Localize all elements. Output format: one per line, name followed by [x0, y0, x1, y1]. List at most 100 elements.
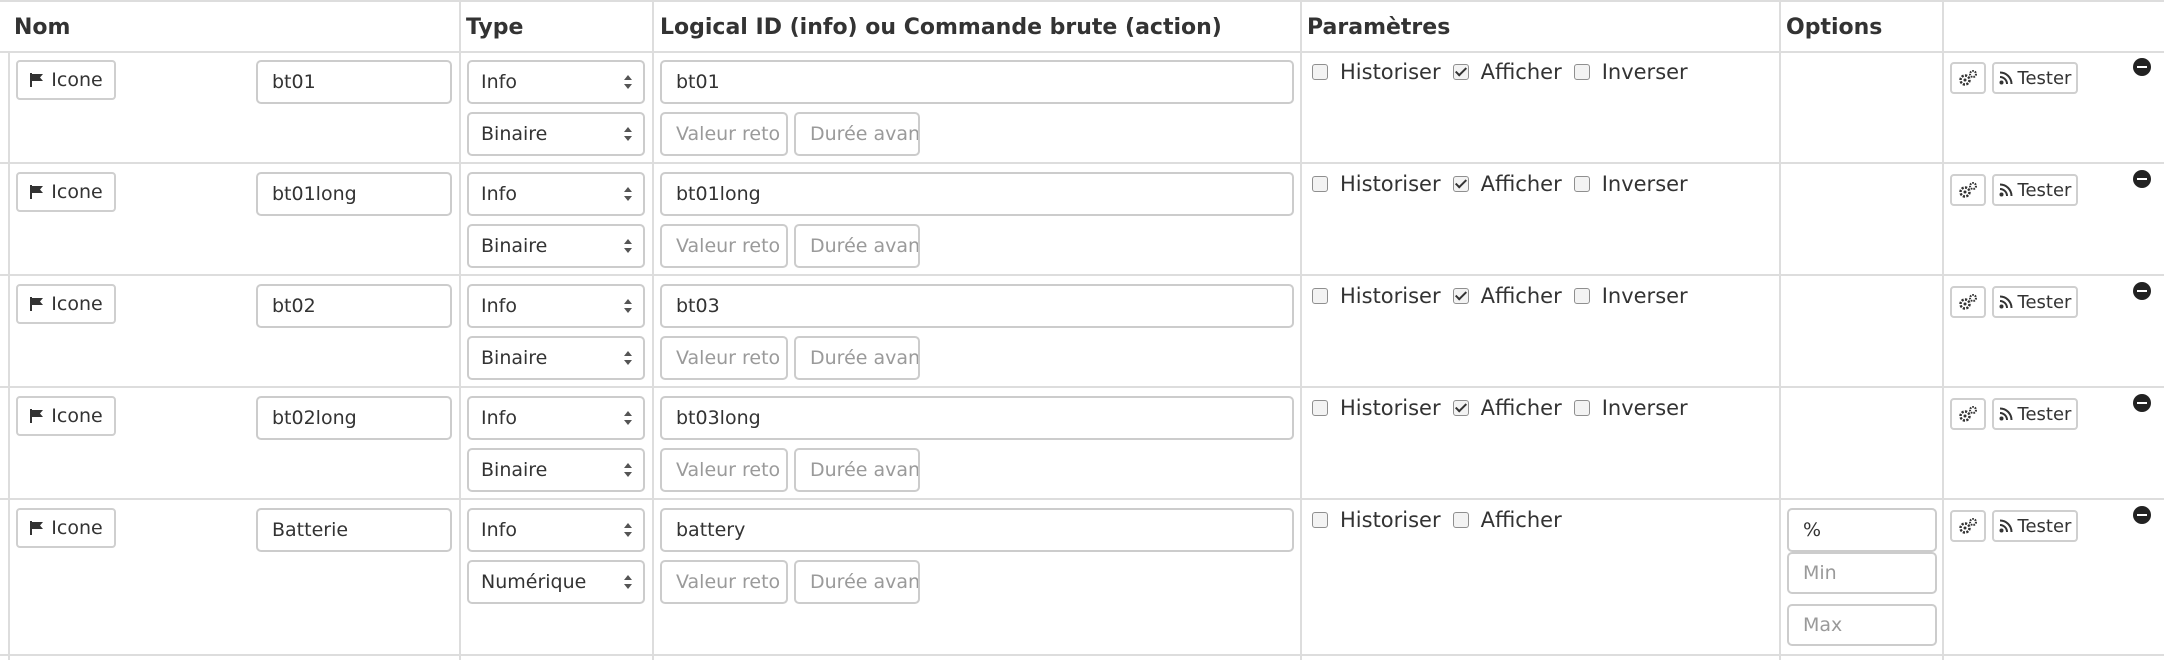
- logical-id-input[interactable]: bt03long: [660, 396, 1294, 440]
- name-input[interactable]: bt02long: [256, 396, 452, 440]
- remove-icon[interactable]: [2133, 58, 2151, 76]
- inverser-checkbox[interactable]: [1573, 176, 1590, 192]
- valeur-retour-input[interactable]: Valeur reto: [660, 336, 788, 380]
- historiser-checkbox[interactable]: [1312, 288, 1328, 304]
- icon-button[interactable]: Icone: [16, 508, 116, 548]
- logical-id-input[interactable]: battery: [660, 508, 1294, 552]
- name-input[interactable]: Batterie: [256, 508, 452, 552]
- name-input[interactable]: bt01long: [256, 172, 452, 216]
- cogs-icon: [1959, 294, 1977, 310]
- cogs-icon: [1959, 70, 1977, 86]
- inverser-checkbox[interactable]: [1573, 400, 1590, 416]
- duree-avant-input[interactable]: Durée avan: [794, 336, 920, 380]
- inverser-checkbox[interactable]: [1573, 288, 1590, 304]
- grid-line: [0, 654, 2164, 656]
- subtype-select[interactable]: Binaire: [467, 336, 645, 380]
- configure-button[interactable]: [1950, 286, 1986, 318]
- icon-button[interactable]: Icone: [16, 60, 116, 100]
- subtype-select[interactable]: Binaire: [467, 448, 645, 492]
- icon-button[interactable]: Icone: [16, 172, 116, 212]
- select-arrows-icon: [624, 187, 632, 201]
- flag-icon: [30, 185, 44, 199]
- valeur-retour-input[interactable]: Valeur reto: [660, 112, 788, 156]
- icon-button-label: Icone: [51, 517, 103, 539]
- subtype-select-value: Binaire: [481, 123, 548, 145]
- remove-icon[interactable]: [2133, 282, 2151, 300]
- inverser-label: Inverser: [1601, 396, 1688, 420]
- configure-button[interactable]: [1950, 62, 1986, 94]
- valeur-retour-input[interactable]: Valeur reto: [660, 560, 788, 604]
- historiser-label: Historiser: [1340, 396, 1441, 420]
- type-select-value: Info: [481, 71, 517, 93]
- historiser-label: Historiser: [1340, 60, 1441, 84]
- historiser-checkbox[interactable]: [1312, 512, 1328, 528]
- parametres-group: Historiser Afficher: [1308, 508, 1570, 532]
- remove-icon[interactable]: [2133, 394, 2151, 412]
- name-input[interactable]: bt01: [256, 60, 452, 104]
- select-arrows-icon: [624, 75, 632, 89]
- icon-button[interactable]: Icone: [16, 284, 116, 324]
- rss-icon: [1999, 519, 2013, 533]
- valeur-retour-input[interactable]: Valeur reto: [660, 448, 788, 492]
- tester-button[interactable]: Tester: [1992, 62, 2078, 94]
- cogs-icon: [1959, 518, 1977, 534]
- configure-button[interactable]: [1950, 398, 1986, 430]
- name-input[interactable]: bt02: [256, 284, 452, 328]
- afficher-label: Afficher: [1480, 284, 1562, 308]
- type-select-value: Info: [481, 519, 517, 541]
- afficher-checkbox[interactable]: [1452, 512, 1469, 528]
- duree-avant-input[interactable]: Durée avan: [794, 448, 920, 492]
- tester-button[interactable]: Tester: [1992, 510, 2078, 542]
- type-select[interactable]: Info: [467, 284, 645, 328]
- duree-avant-input[interactable]: Durée avan: [794, 560, 920, 604]
- type-select[interactable]: Info: [467, 508, 645, 552]
- unit-input[interactable]: %: [1787, 508, 1937, 552]
- subtype-select-value: Binaire: [481, 347, 548, 369]
- afficher-label: Afficher: [1480, 60, 1562, 84]
- max-input[interactable]: Max: [1787, 604, 1937, 646]
- afficher-checkbox[interactable]: [1452, 64, 1469, 80]
- valeur-retour-input[interactable]: Valeur reto: [660, 224, 788, 268]
- remove-icon[interactable]: [2133, 506, 2151, 524]
- tester-label: Tester: [2017, 179, 2072, 201]
- type-select[interactable]: Info: [467, 172, 645, 216]
- logical-id-input[interactable]: bt01: [660, 60, 1294, 104]
- configure-button[interactable]: [1950, 174, 1986, 206]
- afficher-checkbox[interactable]: [1452, 176, 1469, 192]
- tester-button[interactable]: Tester: [1992, 286, 2078, 318]
- remove-icon[interactable]: [2133, 170, 2151, 188]
- afficher-label: Afficher: [1480, 396, 1562, 420]
- historiser-checkbox[interactable]: [1312, 64, 1328, 80]
- subtype-select[interactable]: Binaire: [467, 112, 645, 156]
- afficher-checkbox[interactable]: [1452, 400, 1469, 416]
- icon-button-label: Icone: [51, 293, 103, 315]
- type-select-value: Info: [481, 183, 517, 205]
- duree-avant-input[interactable]: Durée avan: [794, 224, 920, 268]
- duree-avant-input[interactable]: Durée avan: [794, 112, 920, 156]
- select-arrows-icon: [624, 239, 632, 253]
- min-input[interactable]: Min: [1787, 552, 1937, 594]
- flag-icon: [30, 73, 44, 87]
- subtype-select[interactable]: Binaire: [467, 224, 645, 268]
- icon-button[interactable]: Icone: [16, 396, 116, 436]
- icon-button-label: Icone: [51, 69, 103, 91]
- inverser-checkbox[interactable]: [1573, 64, 1590, 80]
- logical-id-input[interactable]: bt03: [660, 284, 1294, 328]
- parametres-group: Historiser Afficher Inverser: [1308, 172, 1696, 196]
- logical-id-input[interactable]: bt01long: [660, 172, 1294, 216]
- rss-icon: [1999, 407, 2013, 421]
- type-select[interactable]: Info: [467, 396, 645, 440]
- afficher-checkbox[interactable]: [1452, 288, 1469, 304]
- table-row: Icone bt01 Info Binaire bt01 Valeur reto…: [0, 52, 2164, 162]
- tester-label: Tester: [2017, 515, 2072, 537]
- subtype-select-value: Binaire: [481, 235, 548, 257]
- tester-button[interactable]: Tester: [1992, 398, 2078, 430]
- tester-button[interactable]: Tester: [1992, 174, 2078, 206]
- historiser-checkbox[interactable]: [1312, 400, 1328, 416]
- subtype-select-value: Binaire: [481, 459, 548, 481]
- historiser-checkbox[interactable]: [1312, 176, 1328, 192]
- configure-button[interactable]: [1950, 510, 1986, 542]
- select-arrows-icon: [624, 299, 632, 313]
- type-select[interactable]: Info: [467, 60, 645, 104]
- subtype-select[interactable]: Numérique: [467, 560, 645, 604]
